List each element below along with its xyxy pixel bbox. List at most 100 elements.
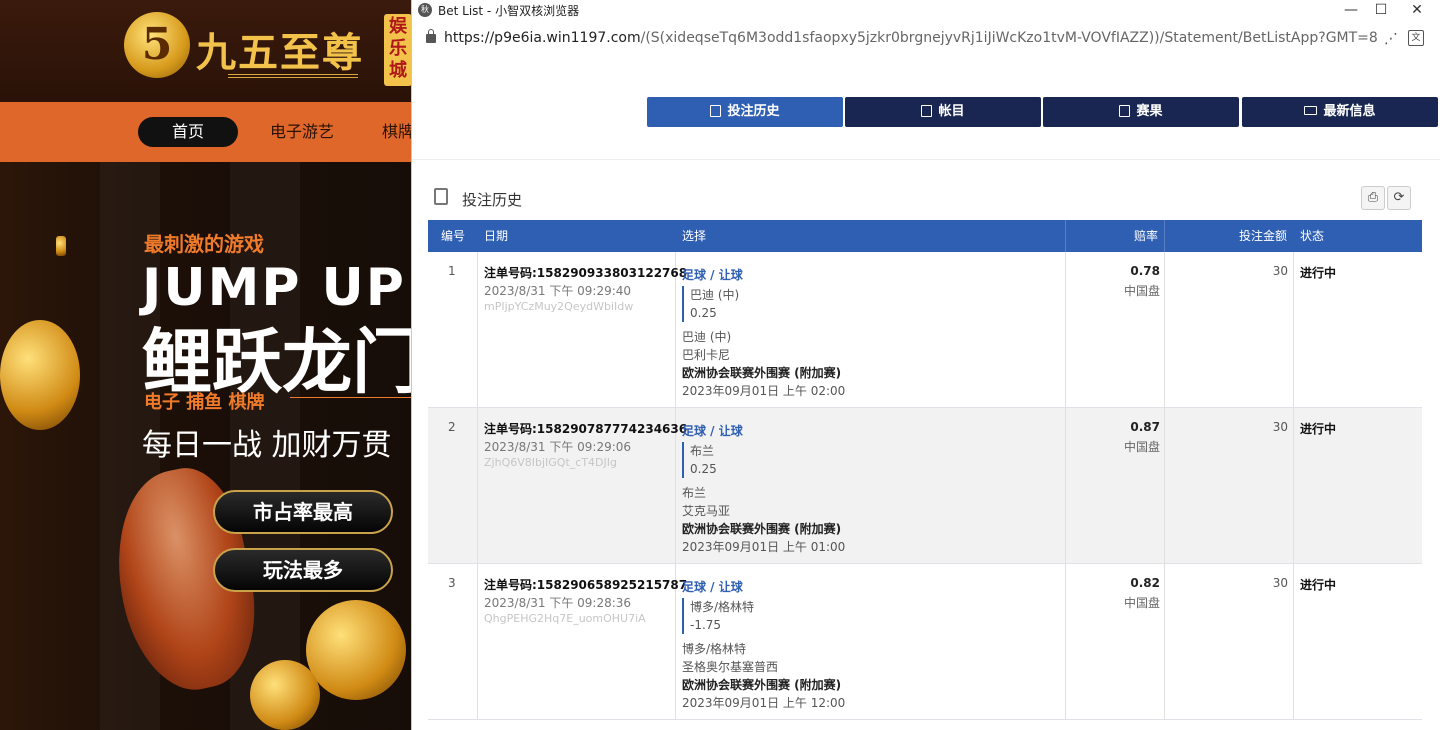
nav-results-button[interactable]: 赛果 [1043,97,1239,127]
home-team: 巴迪 (中) [682,330,732,344]
away-team: 艾克马亚 [682,504,731,518]
coin-decoration [250,660,320,730]
coin-decoration [56,236,66,256]
column-divider [477,408,478,564]
nav-account-button[interactable]: 帐目 [845,97,1041,127]
column-divider [1293,564,1294,720]
document-icon [710,105,722,117]
logo-divider [228,74,358,78]
banner-pill-market-share[interactable]: 市占率最高 [213,490,393,534]
header-odds: 赔率 [1134,229,1159,243]
ticket-number: 注单号码:158290933803122768 [484,266,688,280]
league-name: 欧洲协会联赛外围赛 (附加赛) [682,678,842,692]
odds-value: 0.78 [1130,264,1160,278]
bet-list-table: 编号 日期 选择 赔率 投注金额 状态 1 注单号码:1582909338031… [428,220,1422,720]
row-number: 3 [448,576,456,590]
match-time: 2023年09月01日 上午 01:00 [682,540,846,554]
column-divider [1065,408,1066,564]
ticket-number: 注单号码:158290658925215787 [484,578,688,592]
header-stake: 投注金额 [1239,229,1288,243]
site-nav-slots[interactable]: 电子游艺 [262,117,342,147]
selection-box: 博多/格林特 -1.75 [682,598,754,634]
nav-account-label: 帐目 [938,104,965,119]
status-badge: 进行中 [1300,578,1337,592]
browser-window: 秋 Bet List - 小智双核浏览器 — ☐ ✕ https://p9e6i… [411,0,1440,730]
header-date: 日期 [484,229,509,243]
league-name: 欧洲协会联赛外围赛 (附加赛) [682,366,842,380]
status-badge: 进行中 [1300,266,1337,280]
table-row[interactable]: 3 注单号码:158290658925215787 2023/8/31 下午 0… [428,564,1422,720]
banner-divider [290,397,412,398]
odds-type: 中国盘 [1123,440,1160,454]
selection-team: 布兰 [690,444,715,458]
header-selection: 选择 [682,229,707,243]
header-separator [1065,220,1066,252]
share-icon[interactable]: ⋰ [1384,31,1398,47]
selection-team: 博多/格林特 [690,600,755,614]
window-title: Bet List - 小智双核浏览器 [438,4,580,18]
site-nav-home[interactable]: 首页 [138,117,238,147]
browser-app-icon: 秋 [418,3,432,17]
lock-icon [426,29,436,43]
column-divider [477,252,478,408]
column-divider [1293,408,1294,564]
table-row[interactable]: 1 注单号码:158290933803122768 2023/8/31 下午 0… [428,252,1422,408]
column-divider [1164,408,1165,564]
bet-reference: ZjhQ6V8IbjIGQt_cT4DJIg [484,456,617,469]
league-name: 欧洲协会联赛外围赛 (附加赛) [682,522,842,536]
bet-time: 2023/8/31 下午 09:29:06 [484,440,632,454]
odds-type: 中国盘 [1123,284,1160,298]
row-number: 2 [448,420,456,434]
site-logo-text: 九五至尊 [196,29,364,76]
table-header: 编号 日期 选择 赔率 投注金额 状态 [428,220,1422,252]
close-button[interactable]: ✕ [1400,0,1434,22]
selection-handicap: 0.25 [690,462,717,476]
address-bar[interactable]: https://p9e6ia.win1197.com/(S(xideqseTq6… [412,25,1440,53]
table-row[interactable]: 2 注单号码:158290787774234636 2023/8/31 下午 0… [428,408,1422,564]
refresh-button[interactable]: ⟳ [1387,186,1411,210]
print-button[interactable]: ⎙ [1361,186,1385,210]
nav-news-label: 最新信息 [1323,104,1376,119]
odds-value: 0.87 [1130,420,1160,434]
url-text[interactable]: https://p9e6ia.win1197.com/(S(xideqseTq6… [444,30,1378,46]
selection-handicap: -1.75 [690,618,722,632]
sport-market: 足球 / 让球 [682,268,743,282]
nav-results-label: 赛果 [1136,104,1163,119]
column-divider [1293,252,1294,408]
selection-team: 巴迪 (中) [690,288,740,302]
status-badge: 进行中 [1300,422,1337,436]
ticket-number: 注单号码:158290787774234636 [484,422,688,436]
coin-decoration [306,600,406,700]
bet-reference: QhgPEHG2Hq7E_uomOHU7iA [484,612,646,625]
match-time: 2023年09月01日 上午 02:00 [682,384,846,398]
selection-box: 巴迪 (中) 0.25 [682,286,739,322]
column-divider [477,564,478,720]
odds-value: 0.82 [1130,576,1160,590]
coin-decoration [0,320,80,430]
bet-time: 2023/8/31 下午 09:28:36 [484,596,632,610]
row-number: 1 [448,264,456,278]
stake-amount: 30 [1272,420,1288,434]
header-separator [1164,220,1165,252]
top-nav: 投注历史 帐目 赛果 最新信息 [412,56,1440,160]
translate-icon[interactable]: 文 [1408,30,1424,46]
banner-pill-most-games[interactable]: 玩法最多 [213,548,393,592]
column-divider [1065,252,1066,408]
minimize-button[interactable]: — [1334,0,1368,22]
match-time: 2023年09月01日 上午 12:00 [682,696,846,710]
nav-bet-history-button[interactable]: 投注历史 [647,97,843,127]
column-divider [1065,564,1066,720]
stake-amount: 30 [1272,576,1288,590]
away-team: 圣格奥尔基塞普西 [682,660,779,674]
column-divider [1164,252,1165,408]
mail-icon [1304,106,1318,115]
nav-bet-history-label: 投注历史 [727,104,780,119]
sport-market: 足球 / 让球 [682,424,743,438]
window-titlebar[interactable]: 秋 Bet List - 小智双核浏览器 — ☐ ✕ [412,0,1440,22]
scoreboard-icon [1119,105,1131,117]
maximize-button[interactable]: ☐ [1364,0,1398,22]
nav-news-button[interactable]: 最新信息 [1242,97,1438,127]
column-divider [1164,564,1165,720]
home-team: 博多/格林特 [682,642,747,656]
stake-amount: 30 [1272,264,1288,278]
